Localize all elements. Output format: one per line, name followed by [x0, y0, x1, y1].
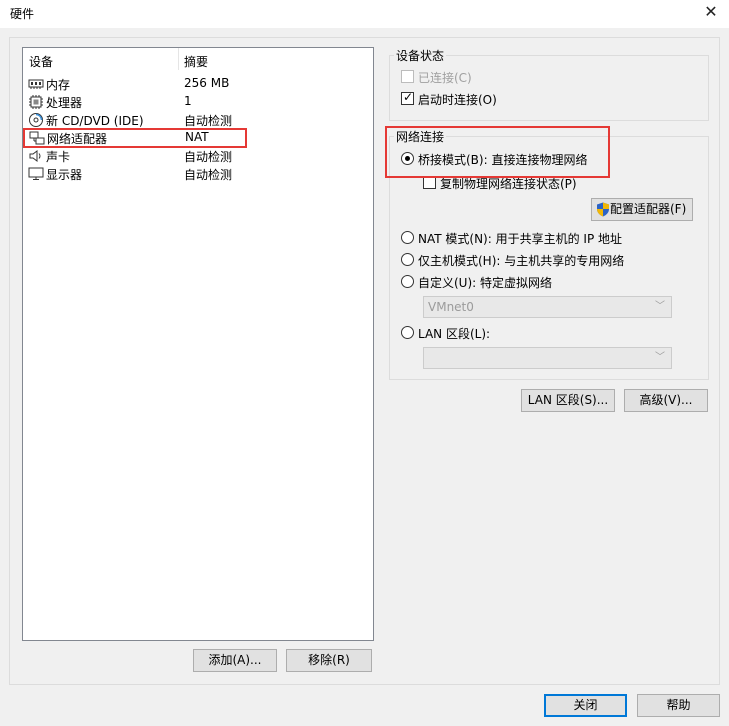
- cdrom-icon: [29, 113, 43, 127]
- device-status-group: [389, 55, 709, 121]
- device-name: 处理器: [46, 96, 83, 110]
- add-device-button[interactable]: 添加(A)...: [193, 649, 277, 672]
- device-summary: 自动检测: [184, 150, 233, 164]
- close-button[interactable]: 关闭: [544, 694, 627, 717]
- lan-segment-select[interactable]: ﹀: [423, 347, 672, 369]
- column-header-device[interactable]: 设备: [29, 53, 53, 70]
- window-title: 硬件: [10, 7, 35, 21]
- processor-icon: [29, 95, 43, 109]
- memory-icon: [28, 79, 44, 89]
- checkmark-icon: ✓: [403, 90, 414, 104]
- connected-label: 已连接(C): [418, 71, 472, 85]
- custom-network-select[interactable]: VMnet0 ﹀: [423, 296, 672, 318]
- device-name: 网络适配器: [47, 132, 108, 146]
- device-name: 声卡: [46, 150, 71, 164]
- device-summary: NAT: [185, 130, 209, 144]
- lan-segments-button[interactable]: LAN 区段(S)...: [521, 389, 615, 412]
- configure-adapters-button[interactable]: 配置适配器(F): [591, 198, 693, 221]
- column-divider[interactable]: [178, 48, 179, 70]
- configure-adapters-label: 配置适配器(F): [610, 202, 687, 216]
- device-name: 新 CD/DVD (IDE): [46, 114, 144, 128]
- device-row-display[interactable]: 显示器 自动检测: [23, 165, 373, 183]
- custom-network-value: VMnet0: [428, 300, 474, 314]
- host-only-mode-radio[interactable]: [401, 253, 414, 266]
- custom-network-label: 自定义(U): 特定虚拟网络: [418, 276, 553, 290]
- device-name: 显示器: [46, 168, 83, 182]
- device-row-cdrom[interactable]: 新 CD/DVD (IDE) 自动检测: [23, 111, 373, 129]
- device-summary: 1: [184, 94, 192, 108]
- lan-segment-label: LAN 区段(L):: [418, 327, 491, 341]
- nat-mode-radio[interactable]: [401, 231, 414, 244]
- connect-at-power-on-label: 启动时连接(O): [418, 93, 497, 107]
- device-summary: 自动检测: [184, 114, 233, 128]
- remove-device-button[interactable]: 移除(R): [286, 649, 372, 672]
- display-icon: [28, 167, 44, 180]
- device-list-header: 设备 摘要: [23, 48, 373, 70]
- device-name: 内存: [46, 78, 71, 92]
- help-button[interactable]: 帮助: [637, 694, 720, 717]
- device-list[interactable]: 设备 摘要 内存 256 MB 处理器 1 新 CD/DVD (IDE) 自动检…: [22, 47, 374, 641]
- custom-network-radio[interactable]: [401, 275, 414, 288]
- network-adapter-icon: [29, 131, 45, 145]
- column-header-summary[interactable]: 摘要: [184, 53, 208, 70]
- device-row-memory[interactable]: 内存 256 MB: [23, 75, 373, 93]
- chevron-down-icon: ﹀: [655, 352, 665, 363]
- highlight-box-network: [385, 126, 610, 178]
- advanced-button[interactable]: 高级(V)...: [624, 389, 708, 412]
- hardware-dialog: 硬件 ✕ 设备 摘要 内存 256 MB 处理器 1 新 CD/DVD (IDE…: [0, 0, 729, 726]
- title-bar: 硬件 ✕: [0, 0, 729, 28]
- connect-at-power-on-checkbox[interactable]: ✓: [401, 90, 414, 105]
- device-status-title: 设备状态: [394, 47, 447, 64]
- connected-checkbox[interactable]: [401, 70, 414, 83]
- device-summary: 自动检测: [184, 168, 233, 182]
- device-row-network-adapter[interactable]: 网络适配器 NAT: [23, 128, 247, 148]
- device-summary: 256 MB: [184, 76, 230, 90]
- uac-shield-icon: [597, 202, 609, 217]
- nat-mode-label: NAT 模式(N): 用于共享主机的 IP 地址: [418, 232, 623, 246]
- chevron-down-icon: ﹀: [655, 301, 665, 312]
- host-only-mode-label: 仅主机模式(H): 与主机共享的专用网络: [418, 254, 625, 268]
- close-icon[interactable]: ✕: [701, 2, 721, 22]
- device-row-sound[interactable]: 声卡 自动检测: [23, 147, 373, 165]
- lan-segment-radio[interactable]: [401, 326, 414, 339]
- sound-icon: [29, 150, 41, 162]
- device-row-processor[interactable]: 处理器 1: [23, 93, 373, 111]
